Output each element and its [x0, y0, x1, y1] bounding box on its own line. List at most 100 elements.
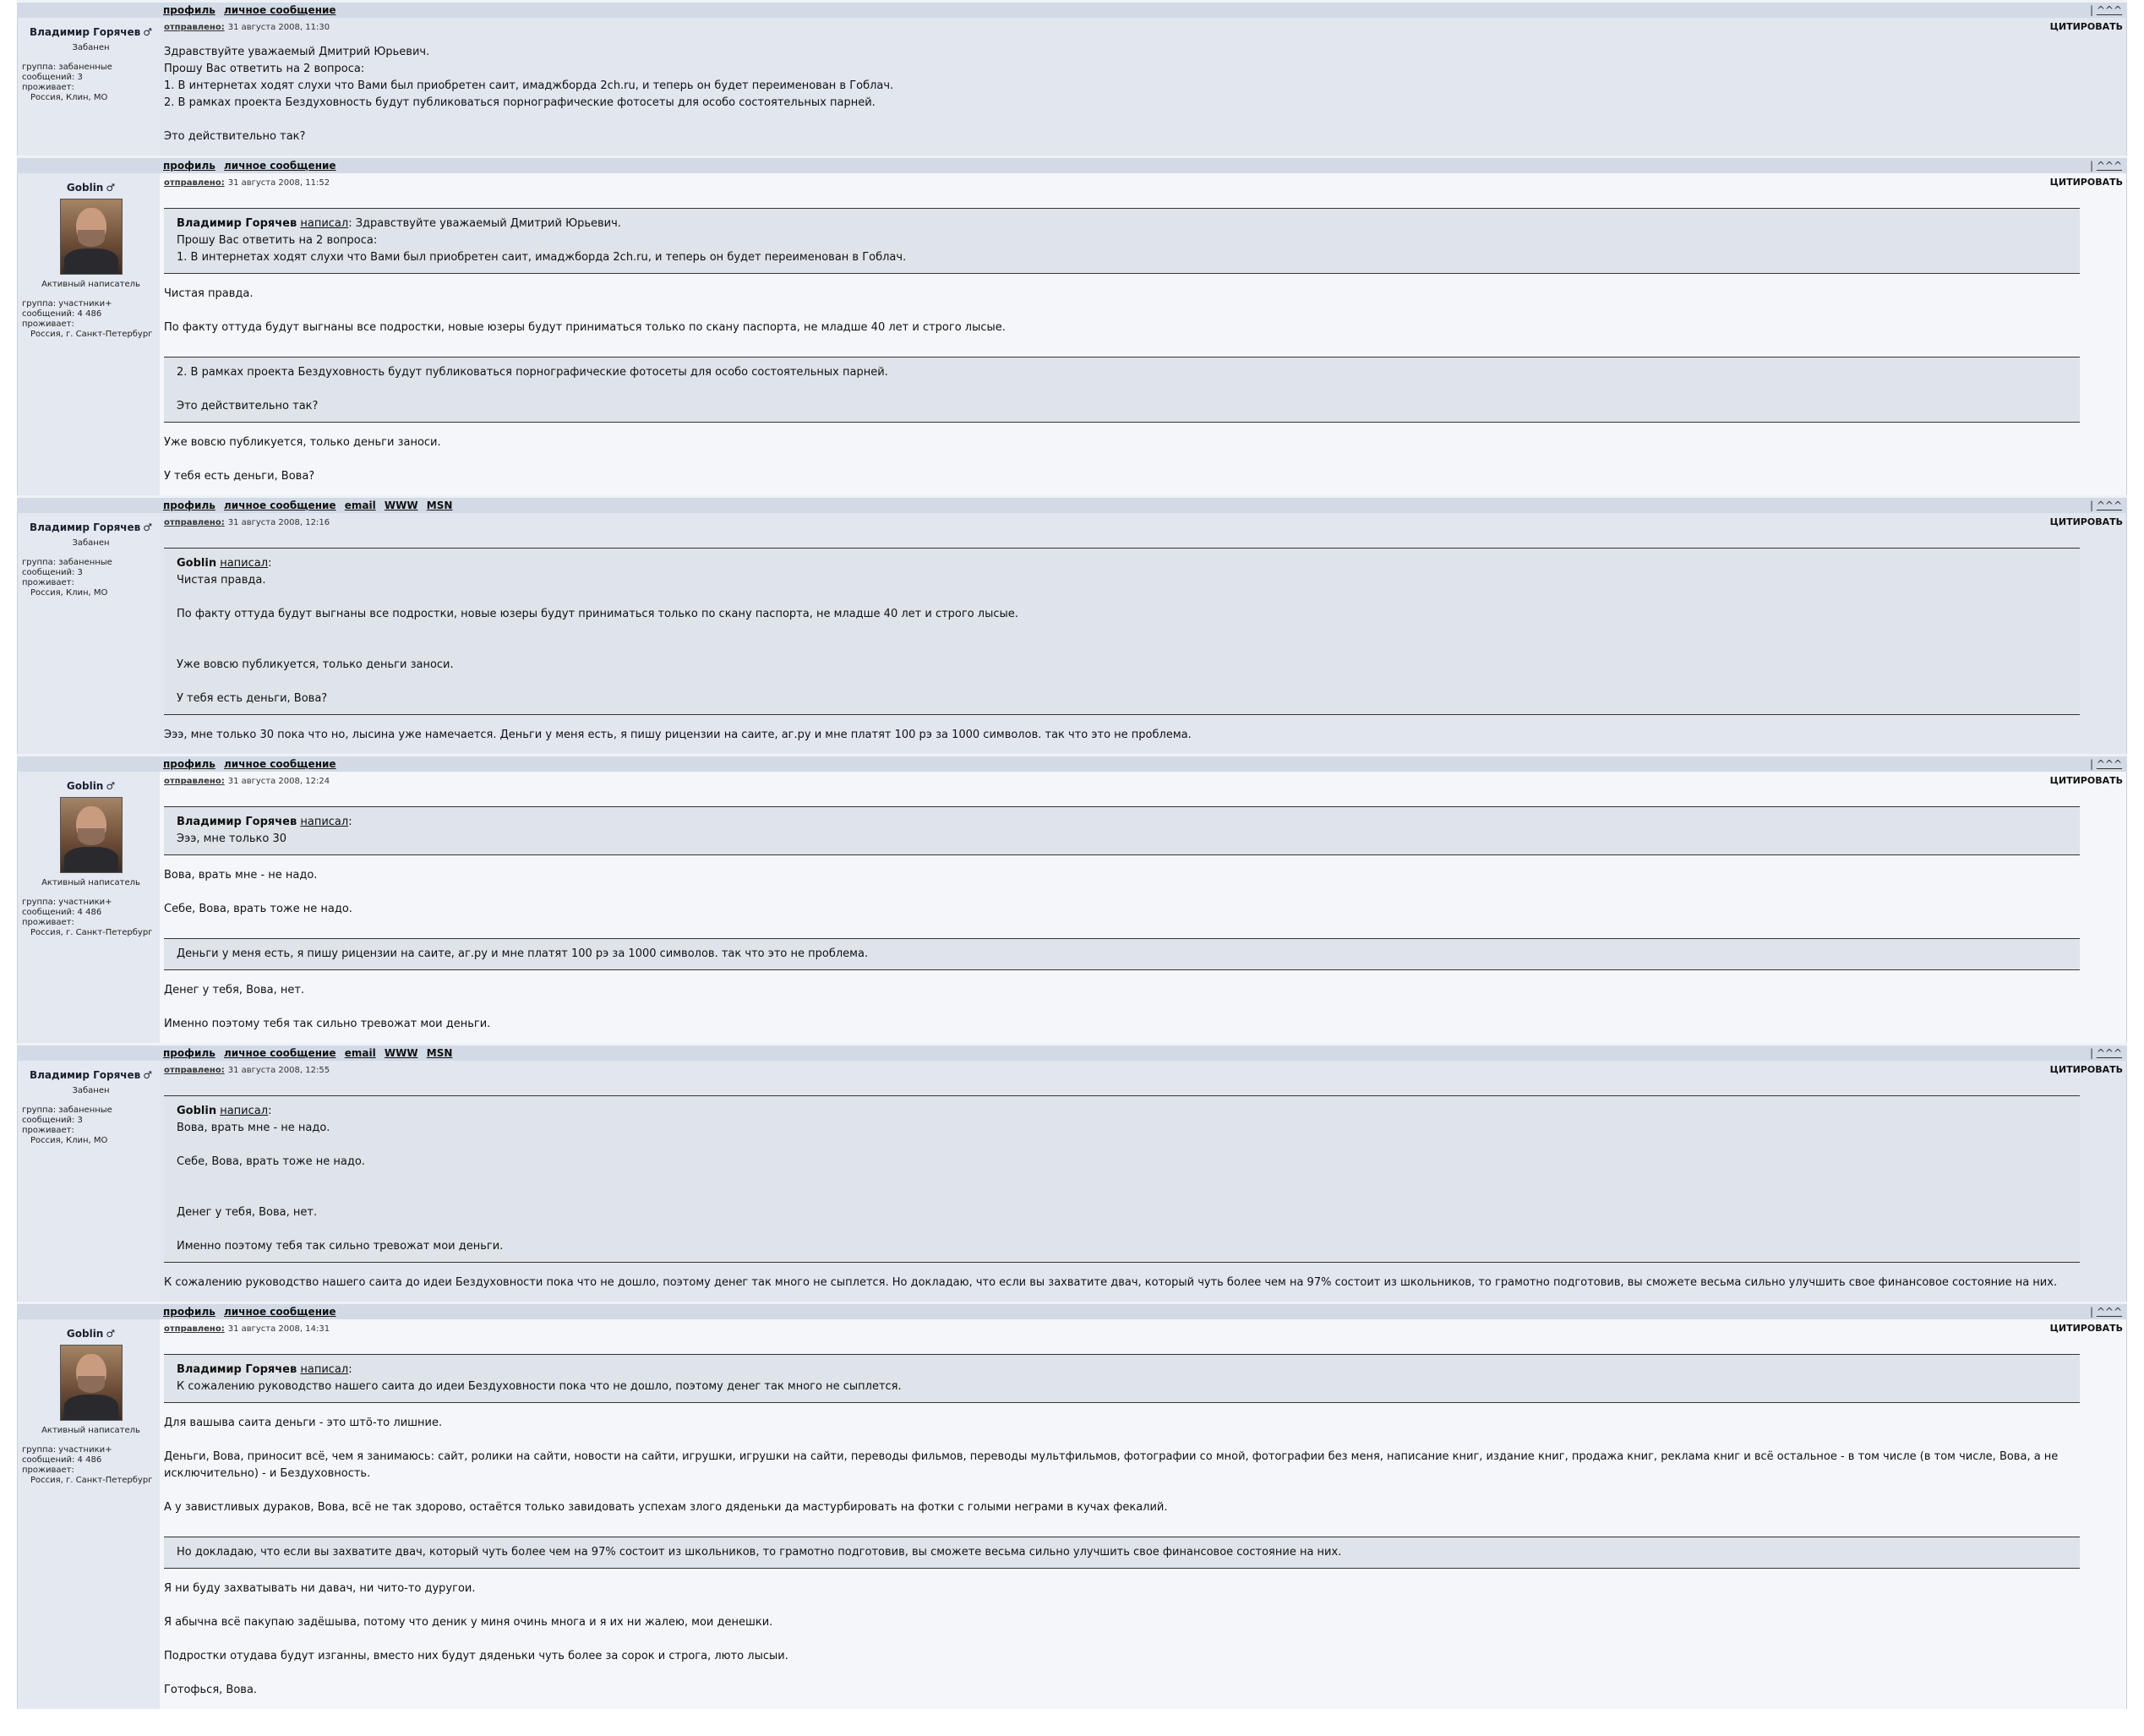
- email-link[interactable]: email: [345, 1047, 376, 1059]
- post: Goblin ♂ Активный написатель группа: учас…: [17, 173, 2127, 495]
- profile-link[interactable]: профиль: [163, 1047, 215, 1059]
- private-message-link[interactable]: личное сообщение: [224, 4, 336, 16]
- sent-label[interactable]: отправлено:: [164, 178, 225, 188]
- male-icon: ♂: [106, 182, 116, 194]
- email-link[interactable]: email: [345, 500, 376, 511]
- post-body: отправлено: 31 августа 2008, 11:30 ЦИТИРО…: [160, 18, 2126, 156]
- post-body: отправлено: 31 августа 2008, 12:16 ЦИТИРО…: [160, 513, 2126, 754]
- bar-separator: |: [2089, 1306, 2093, 1318]
- author-post-count: сообщений: 3: [22, 1116, 83, 1125]
- post-date: 31 августа 2008, 11:30: [227, 23, 330, 32]
- post-author: Goblin ♂ Активный написатель группа: учас…: [18, 772, 160, 1043]
- author-rank: Забанен: [72, 1086, 110, 1095]
- post-action-bar: профиль личное сообщение | ^^^: [17, 156, 2127, 173]
- avatar: [59, 797, 123, 873]
- male-icon: ♂: [106, 1328, 116, 1340]
- bar-separator: |: [2089, 1047, 2093, 1059]
- private-message-link[interactable]: личное сообщение: [224, 500, 336, 511]
- author-meta: группа: забаненные сообщений: 3 проживае…: [22, 63, 160, 103]
- author-meta: группа: участники+ сообщений: 4 486 прож…: [22, 898, 160, 938]
- author-nick[interactable]: Goblin ♂: [22, 780, 160, 792]
- quote-text: Прошу Вас ответить на 2 вопроса: 1. В ин…: [177, 234, 907, 264]
- author-meta: группа: забаненные сообщений: 3 проживае…: [22, 558, 160, 598]
- quote-button[interactable]: ЦИТИРОВАТЬ: [2050, 775, 2123, 786]
- www-link[interactable]: WWW: [385, 500, 418, 511]
- profile-link[interactable]: профиль: [163, 500, 215, 511]
- quote-author: Goblin: [177, 557, 217, 570]
- author-lives-label: проживает:: [22, 1126, 74, 1135]
- author-post-count: сообщений: 3: [22, 73, 83, 82]
- author-nick[interactable]: Владимир Горячев ♂: [22, 1069, 160, 1081]
- quote-block: Деньги у меня есть, я пишу рицензии на с…: [164, 938, 2080, 970]
- avatar: [59, 199, 123, 275]
- male-icon: ♂: [106, 780, 116, 792]
- post-body: отправлено: 31 августа 2008, 12:24 ЦИТИРО…: [160, 772, 2126, 1043]
- quote-wrote-link[interactable]: написал: [220, 557, 268, 570]
- author-post-count: сообщений: 4 486: [22, 1455, 102, 1465]
- private-message-link[interactable]: личное сообщение: [224, 1047, 336, 1059]
- back-to-top-link[interactable]: ^^^: [2097, 758, 2122, 770]
- quote-first-line: Здравствуйте уважаемый Дмитрий Юрьевич.: [355, 217, 621, 230]
- post-date: 31 августа 2008, 12:24: [227, 777, 330, 786]
- msn-link[interactable]: MSN: [427, 500, 453, 511]
- back-to-top-link[interactable]: ^^^: [2097, 500, 2122, 511]
- sent-label[interactable]: отправлено:: [164, 777, 225, 786]
- author-group: группа: забаненные: [22, 63, 112, 72]
- msn-link[interactable]: MSN: [427, 1047, 453, 1059]
- profile-link[interactable]: профиль: [163, 160, 215, 172]
- quote-block: Goblin написал: Чистая правда. По факту …: [164, 548, 2080, 715]
- quote-wrote-link[interactable]: написал: [220, 1105, 268, 1117]
- back-to-top-link[interactable]: ^^^: [2097, 160, 2122, 172]
- author-nick[interactable]: Владимир Горячев ♂: [22, 521, 160, 533]
- private-message-link[interactable]: личное сообщение: [224, 160, 336, 172]
- back-to-top-link[interactable]: ^^^: [2097, 1306, 2122, 1318]
- profile-link[interactable]: профиль: [163, 758, 215, 770]
- quote-block: Но докладаю, что если вы захватите двач,…: [164, 1537, 2080, 1569]
- post-text: Вова, врать мне - не надо. Себе, Вова, в…: [164, 869, 352, 915]
- sent-label[interactable]: отправлено:: [164, 518, 225, 527]
- author-rank: Забанен: [72, 43, 110, 52]
- author-nick[interactable]: Goblin ♂: [22, 182, 160, 194]
- author-meta: группа: участники+ сообщений: 4 486 прож…: [22, 299, 160, 340]
- author-location: Россия, Клин, МО: [30, 588, 108, 598]
- back-to-top-link[interactable]: ^^^: [2097, 1047, 2122, 1059]
- profile-link[interactable]: профиль: [163, 1306, 215, 1318]
- post-action-bar: профиль личное сообщение | ^^^: [17, 1302, 2127, 1319]
- quote-button[interactable]: ЦИТИРОВАТЬ: [2050, 177, 2123, 188]
- profile-link[interactable]: профиль: [163, 4, 215, 16]
- post-action-bar: профиль личное сообщение email WWW MSN |…: [17, 1043, 2127, 1061]
- quote-text: Эээ, мне только 30: [177, 833, 287, 845]
- quote-wrote-link[interactable]: написал: [300, 1363, 348, 1376]
- quote-wrote-link[interactable]: написал: [300, 816, 348, 828]
- post-date: 31 августа 2008, 12:16: [227, 518, 330, 527]
- back-to-top-link[interactable]: ^^^: [2097, 4, 2122, 16]
- private-message-link[interactable]: личное сообщение: [224, 758, 336, 770]
- post: Goblin ♂ Активный написатель группа: учас…: [17, 772, 2127, 1043]
- author-nick[interactable]: Goblin ♂: [22, 1328, 160, 1340]
- sent-label[interactable]: отправлено:: [164, 1324, 225, 1334]
- quote-author: Владимир Горячев: [177, 217, 297, 230]
- post: Владимир Горячев ♂ Забанен группа: забане…: [17, 1061, 2127, 1302]
- post-body: отправлено: 31 августа 2008, 14:31 ЦИТИРО…: [160, 1319, 2126, 1709]
- private-message-link[interactable]: личное сообщение: [224, 1306, 336, 1318]
- quote-block: Владимир Горячев написал: К сожалению ру…: [164, 1354, 2080, 1403]
- quote-wrote-link[interactable]: написал: [300, 217, 348, 230]
- bar-separator: |: [2089, 160, 2093, 172]
- post: Владимир Горячев ♂ Забанен группа: забане…: [17, 18, 2127, 156]
- post-date: 31 августа 2008, 14:31: [227, 1324, 330, 1334]
- forum-thread: профиль личное сообщение | ^^^ Владимир …: [17, 0, 2127, 1709]
- author-group: группа: участники+: [22, 299, 112, 308]
- www-link[interactable]: WWW: [385, 1047, 418, 1059]
- quote-button[interactable]: ЦИТИРОВАТЬ: [2050, 1064, 2123, 1075]
- quote-text: К сожалению руководство нашего саита до …: [177, 1380, 902, 1393]
- author-nick[interactable]: Владимир Горячев ♂: [22, 26, 160, 38]
- post-date: 31 августа 2008, 11:52: [227, 178, 330, 188]
- quote-button[interactable]: ЦИТИРОВАТЬ: [2050, 21, 2123, 32]
- sent-label[interactable]: отправлено:: [164, 23, 225, 32]
- post-text: Уже вовсю публикуется, только деньги зан…: [164, 436, 441, 483]
- quote-button[interactable]: ЦИТИРОВАТЬ: [2050, 1323, 2123, 1334]
- author-rank: Забанен: [72, 538, 110, 548]
- quote-button[interactable]: ЦИТИРОВАТЬ: [2050, 516, 2123, 527]
- quote-text: Деньги у меня есть, я пишу рицензии на с…: [177, 947, 869, 960]
- sent-label[interactable]: отправлено:: [164, 1066, 225, 1075]
